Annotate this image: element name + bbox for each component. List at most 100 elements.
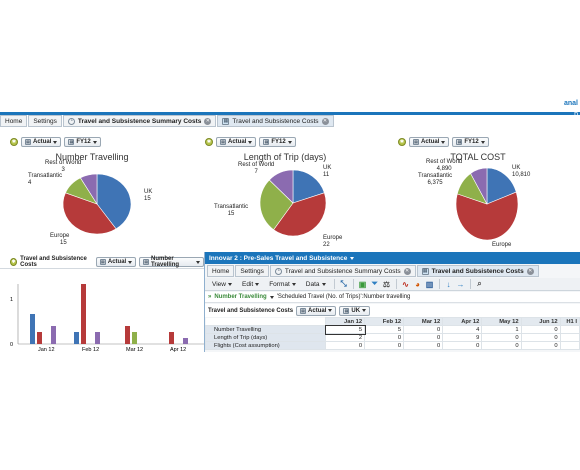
settings-gear-icon[interactable]: ✱ — [10, 258, 18, 266]
label-name: Rest of World — [426, 159, 463, 165]
chevron-down-icon[interactable] — [350, 256, 355, 260]
bar[interactable] — [51, 326, 56, 344]
row-header[interactable]: Length of Trip (days) — [204, 333, 327, 342]
chevron-down-icon — [480, 140, 485, 144]
grid-cell[interactable]: 0 — [364, 333, 405, 342]
column-header[interactable]: H1 I — [559, 317, 580, 326]
pivot-icon[interactable]: ⤡ — [339, 279, 349, 289]
label-value: 22 — [323, 242, 330, 248]
arrow-down-icon[interactable]: ↓ — [444, 279, 454, 289]
region-dropdown[interactable]: ▤ UK — [339, 305, 371, 316]
tab-costs[interactable]: ▦ Travel and Subsistence Costs ✕ — [416, 265, 539, 277]
grid-cell[interactable]: 5 — [364, 325, 405, 334]
grid-cell[interactable]: 0 — [520, 325, 561, 334]
tab-settings[interactable]: Settings — [235, 265, 269, 277]
label-value: 4,890 — [436, 166, 452, 172]
bar[interactable] — [81, 284, 86, 344]
grid-cell[interactable]: 0 — [403, 325, 444, 334]
slice-label-transatlantic: Transatlantic 15 — [214, 204, 248, 218]
column-header[interactable]: Feb 12 — [364, 317, 405, 326]
inner-window-header[interactable]: Innovar 2 : Pre-Sales Travel and Subsist… — [205, 252, 580, 264]
grid-cell[interactable]: 5 — [324, 324, 366, 335]
grid-cell[interactable]: 9 — [442, 333, 483, 342]
grid-cell[interactable]: 0 — [442, 341, 483, 350]
chevron-down-icon — [291, 282, 296, 286]
version-dropdown[interactable]: ▤ Actual — [21, 137, 62, 147]
grid-cell[interactable]: 4 — [442, 325, 483, 334]
grid-cell[interactable]: 0 — [403, 341, 444, 350]
menu-view[interactable]: View — [208, 279, 236, 290]
balance-icon[interactable]: ⚖ — [382, 279, 392, 289]
grid-cell[interactable]: 0 — [520, 341, 561, 350]
version-dropdown[interactable]: ▤ Actual — [95, 257, 137, 267]
tab-summary-costs[interactable]: ◔ Travel and Subsistence Summary Costs ✕ — [62, 115, 217, 127]
bar[interactable] — [37, 332, 42, 344]
close-icon[interactable]: ✕ — [526, 267, 534, 275]
grid-cell[interactable]: 0 — [364, 341, 405, 350]
settings-gear-icon[interactable]: ✱ — [10, 138, 18, 146]
column-header[interactable]: Apr 12 — [442, 317, 483, 326]
bar[interactable] — [95, 332, 100, 344]
grid-cell[interactable] — [559, 333, 580, 342]
bar[interactable] — [183, 338, 188, 344]
tab-settings[interactable]: Settings — [28, 115, 62, 127]
grid-cell[interactable]: 1 — [481, 325, 522, 334]
grid-cell[interactable]: 2 — [325, 333, 366, 342]
bar[interactable] — [169, 332, 174, 344]
bar[interactable] — [125, 326, 130, 344]
settings-gear-icon[interactable]: ✱ — [398, 138, 406, 146]
measure-dropdown[interactable]: ▤ Number Travelling — [139, 256, 205, 268]
grid-cell[interactable]: 0 — [481, 333, 522, 342]
version-dropdown[interactable]: ▤ Actual — [216, 137, 257, 147]
column-header[interactable]: Jun 12 — [520, 317, 561, 326]
bar-series — [30, 284, 188, 344]
inner-window-title: Innovar 2 : Pre-Sales Travel and Subsist… — [209, 254, 348, 262]
expand-icon[interactable]: » — [208, 294, 211, 300]
grid-cell[interactable]: 0 — [325, 341, 366, 350]
bar[interactable] — [30, 314, 35, 344]
label-name: UK — [512, 165, 521, 171]
column-header[interactable]: Mar 12 — [403, 317, 444, 326]
row-header[interactable]: Number Travelling — [204, 325, 327, 334]
version-dropdown[interactable]: ▤ Actual — [296, 305, 337, 316]
period-dropdown[interactable]: ▤ FY12 — [259, 137, 296, 147]
bar[interactable] — [132, 332, 137, 344]
column-header[interactable]: Jan 12 — [325, 317, 366, 326]
tab-costs[interactable]: ▦ Travel and Subsistence Costs ✕ — [217, 115, 334, 127]
version-dropdown[interactable]: ▤ Actual — [409, 137, 450, 147]
close-icon[interactable]: ✕ — [204, 117, 212, 125]
close-icon[interactable]: ✕ — [321, 117, 329, 125]
tab-home[interactable]: Home — [207, 265, 235, 277]
label-value: 11 — [323, 172, 330, 178]
label-value: 15 — [144, 196, 151, 202]
grid-cell[interactable] — [559, 325, 580, 334]
period-dropdown[interactable]: ▤ FY12 — [452, 137, 489, 147]
spreadsheet-icon[interactable]: ▣ — [358, 279, 368, 289]
dimension-icon: ▤ — [343, 307, 350, 314]
settings-gear-icon[interactable]: ✱ — [205, 138, 213, 146]
period-dropdown[interactable]: ▤ FY12 — [64, 137, 101, 147]
filter-icon[interactable]: ⏷ — [370, 279, 380, 289]
tab-home[interactable]: Home — [0, 115, 28, 127]
chart-icon: ◔ — [274, 267, 282, 275]
grid-cell[interactable]: 0 — [520, 333, 561, 342]
row-header[interactable]: Flights (Cost assumption) — [204, 341, 327, 350]
tab-summary-costs[interactable]: ◔ Travel and Subsistence Summary Costs ✕ — [269, 265, 416, 277]
table-row: Number Travelling 5 5 0 4 1 0 — [204, 324, 580, 335]
menu-edit[interactable]: Edit — [238, 279, 263, 290]
pie-chart-icon[interactable]: ◕ — [413, 279, 423, 289]
bar[interactable] — [74, 332, 79, 344]
arrow-right-icon[interactable]: → — [456, 279, 466, 289]
grid-cell[interactable] — [559, 341, 580, 350]
bar-chart-icon[interactable]: ▥ — [425, 279, 435, 289]
grid-cell[interactable]: 0 — [481, 341, 522, 350]
column-header[interactable]: May 12 — [481, 317, 522, 326]
menu-data[interactable]: Data — [302, 279, 330, 290]
chevron-down-icon[interactable] — [269, 295, 274, 299]
filter-measure[interactable]: Number Travelling — [214, 294, 266, 300]
menu-format[interactable]: Format — [265, 279, 300, 290]
line-chart-icon[interactable]: ∿ — [401, 279, 411, 289]
grid-cell[interactable]: 0 — [403, 333, 444, 342]
close-icon[interactable]: ✕ — [403, 267, 411, 275]
search-icon[interactable]: ⌕ — [475, 279, 485, 289]
